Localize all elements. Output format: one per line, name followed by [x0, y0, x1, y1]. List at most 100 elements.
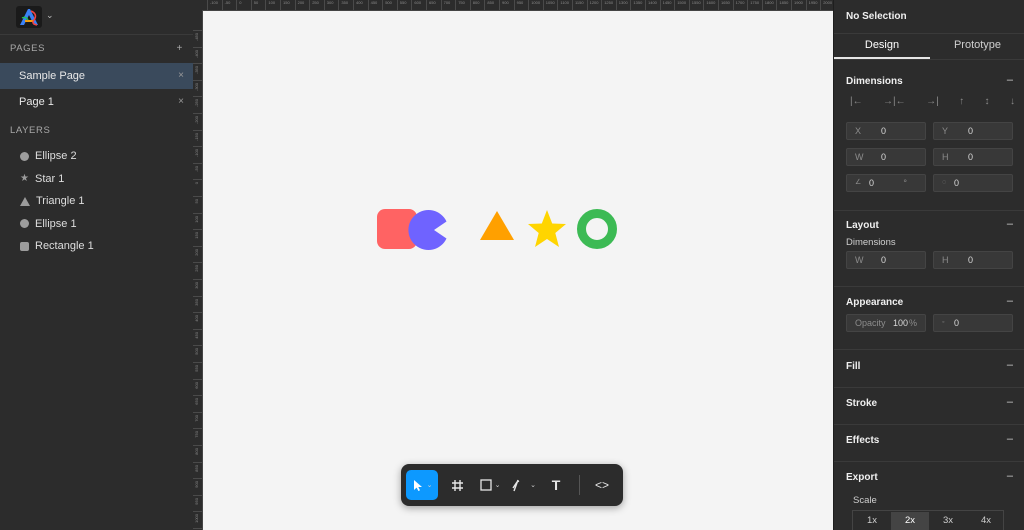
frame-tool-button[interactable] — [446, 470, 468, 500]
page-item-label: Sample Page — [19, 70, 86, 82]
add-page-icon[interactable]: + — [177, 35, 183, 63]
effects-collapse-icon[interactable]: – — [1007, 433, 1013, 445]
appearance-collapse-icon[interactable]: – — [1007, 295, 1013, 307]
canvas-shapes — [377, 209, 617, 250]
ruler-tick: 500 — [382, 0, 392, 10]
layer-item[interactable]: Ellipse 2 — [0, 145, 193, 168]
shape-tool-button[interactable]: ⌄ — [477, 470, 503, 500]
tab-prototype[interactable]: Prototype — [930, 34, 1024, 59]
height-field[interactable]: H 0 — [933, 148, 1013, 166]
align-left-icon[interactable]: |← — [850, 96, 863, 110]
x-field[interactable]: X 0 — [846, 122, 926, 140]
export-collapse-icon[interactable]: – — [1007, 470, 1013, 482]
cursor-icon — [413, 479, 422, 491]
ruler-tick: 900 — [193, 478, 202, 488]
code-tool-button[interactable]: <> — [591, 470, 613, 500]
layer-item-label: Ellipse 2 — [35, 150, 77, 162]
app-logo-icon[interactable] — [16, 6, 42, 28]
ruler-tick: 700 — [193, 411, 202, 421]
appearance-title: Appearance — [846, 297, 904, 308]
page-item[interactable]: Sample Page × — [0, 63, 193, 89]
scale-option-3x[interactable]: 3x — [929, 512, 967, 530]
ruler-tick-label: 700 — [194, 414, 199, 422]
scale-option-2x[interactable]: 2x — [891, 512, 929, 530]
ruler-tick: 350 — [338, 0, 348, 10]
pen-tool-button[interactable]: ⌄ — [509, 470, 537, 500]
close-icon[interactable]: × — [178, 63, 184, 89]
tab-design[interactable]: Design — [834, 34, 930, 59]
dimensions-collapse-icon[interactable]: – — [1007, 74, 1013, 86]
ruler-tick: -50 — [221, 0, 230, 10]
ruler-tick: 950 — [193, 494, 202, 504]
ruler-tick-label: 1500 — [677, 0, 687, 5]
layer-item[interactable]: Ellipse 1 — [0, 213, 193, 236]
ruler-tick-label: 750 — [458, 0, 465, 5]
ruler-tick-label: -200 — [194, 116, 199, 125]
ruler-tick: 0 — [193, 179, 202, 185]
ruler-tick-label: 1250 — [604, 0, 614, 5]
layer-item[interactable]: ★ Star 1 — [0, 168, 193, 191]
ruler-tick: 300 — [193, 279, 202, 289]
scale-option-4x[interactable]: 4x — [967, 512, 1005, 530]
rotation-field[interactable]: ∠ 0 ° — [846, 174, 926, 192]
chevron-down-icon[interactable]: ⌄ — [427, 481, 433, 489]
layers-list: Ellipse 2 ★ Star 1 Triangle 1 Ellipse 1 Recta… — [0, 145, 193, 258]
layout-collapse-icon[interactable]: – — [1007, 218, 1013, 230]
y-field[interactable]: Y 0 — [933, 122, 1013, 140]
ruler-tick-label: 500 — [385, 0, 392, 5]
align-center-vertical-icon[interactable]: ↕ — [985, 96, 990, 110]
star-1-shape[interactable] — [528, 210, 566, 247]
select-tool-button[interactable]: ⌄ — [406, 470, 438, 500]
ruler-tick-label: 900 — [502, 0, 509, 5]
right-panel: No Selection Design Prototype Dimensions… — [833, 0, 1024, 530]
panel-tabs: Design Prototype — [834, 33, 1024, 60]
chevron-down-icon[interactable]: ⌄ — [530, 481, 536, 489]
ruler-tick: 1100 — [557, 0, 569, 10]
ruler-tick: 850 — [484, 0, 494, 10]
width-field[interactable]: W 0 — [846, 148, 926, 166]
layout-width-field[interactable]: W 0 — [846, 251, 926, 269]
ruler-tick-label: 1150 — [575, 0, 584, 5]
ruler-tick: -400 — [193, 46, 202, 58]
chevron-down-icon[interactable]: ⌄ — [495, 481, 501, 489]
stroke-collapse-icon[interactable]: – — [1007, 396, 1013, 408]
opacity-field[interactable]: Opacity 100 % — [846, 314, 926, 332]
ruler-tick: -50 — [193, 162, 202, 172]
align-center-horizontal-icon[interactable]: →|← — [883, 96, 906, 110]
ruler-tick-label: 1350 — [633, 0, 643, 5]
layout-height-field[interactable]: H 0 — [933, 251, 1013, 269]
layer-item[interactable]: Rectangle 1 — [0, 235, 193, 258]
ruler-tick-label: 100 — [194, 215, 199, 223]
ruler-tick-label: 300 — [194, 282, 199, 289]
corner-field[interactable]: ◦ 0 — [933, 314, 1013, 332]
fill-collapse-icon[interactable]: – — [1007, 359, 1013, 371]
ruler-tick-label: 600 — [194, 381, 199, 389]
canvas[interactable] — [203, 11, 833, 530]
ruler-tick-label: 400 — [356, 0, 363, 5]
layout-height-value: 0 — [968, 255, 974, 265]
triangle-1-shape[interactable] — [480, 211, 514, 240]
ellipse-ring-shape[interactable] — [577, 209, 617, 249]
ellipse-icon — [20, 151, 29, 161]
corner-radius-field[interactable]: ◌ 0 — [933, 174, 1013, 192]
ruler-tick-label: 950 — [516, 0, 524, 5]
layer-item[interactable]: Triangle 1 — [0, 190, 193, 213]
align-right-icon[interactable]: →| — [926, 96, 939, 110]
rectangle-icon — [479, 479, 492, 491]
height-field-value: 0 — [968, 152, 974, 162]
page-item[interactable]: Page 1 × — [0, 89, 193, 115]
pages-heading: PAGES + — [0, 35, 193, 63]
rotation-field-value: 0 — [869, 178, 875, 188]
ruler-tick-label: 1450 — [662, 0, 672, 5]
text-tool-button[interactable]: T — [546, 470, 566, 500]
scale-option-1x[interactable]: 1x — [853, 512, 891, 530]
align-top-icon[interactable]: ↑ — [959, 96, 964, 110]
align-bottom-icon[interactable]: ↓ — [1010, 96, 1015, 110]
ruler-tick-label: -250 — [194, 99, 199, 108]
ruler-tick: 250 — [309, 0, 319, 10]
ruler-tick-label: 1200 — [589, 0, 599, 5]
layout-width-label: W — [855, 255, 864, 265]
chevron-down-icon[interactable]: ⌄ — [46, 10, 54, 21]
close-icon[interactable]: × — [178, 89, 184, 115]
ruler-tick-label: 1000 — [531, 0, 541, 5]
